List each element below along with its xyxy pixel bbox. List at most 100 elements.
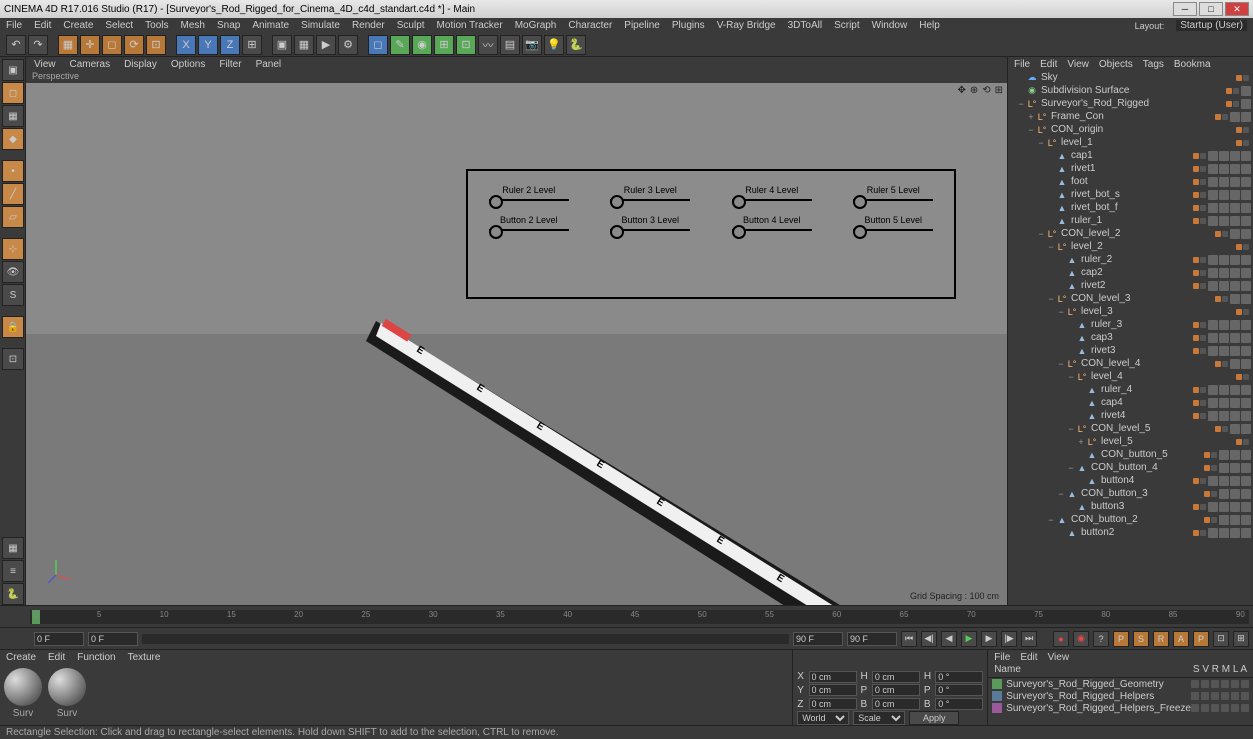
object-row[interactable]: ▲cap2 (1008, 266, 1253, 279)
tree-toggle-icon[interactable]: − (1056, 489, 1066, 499)
render-region-button[interactable]: ▦ (294, 35, 314, 55)
object-row[interactable]: ▲foot (1008, 175, 1253, 188)
tree-toggle-icon[interactable]: − (1066, 463, 1076, 473)
param-key-button[interactable]: A (1173, 631, 1189, 647)
object-tags[interactable] (1208, 476, 1251, 486)
layer-row[interactable]: Surveyor's_Rod_Rigged_Helpers_Freeze (988, 702, 1253, 714)
close-button[interactable]: ✕ (1225, 2, 1249, 16)
object-row[interactable]: −L°level_3 (1008, 305, 1253, 318)
visibility-dots[interactable] (1236, 439, 1249, 445)
pla-key-button[interactable]: P (1193, 631, 1209, 647)
om-menu-objects[interactable]: Objects (1099, 59, 1133, 70)
maximize-button[interactable]: □ (1199, 2, 1223, 16)
object-row[interactable]: ▲button2 (1008, 526, 1253, 539)
menu-create[interactable]: Create (63, 20, 93, 31)
rotate-button[interactable]: ⟳ (124, 35, 144, 55)
autokey-button[interactable]: ◉ (1073, 631, 1089, 647)
floor-button[interactable]: ▤ (500, 35, 520, 55)
object-tags[interactable] (1208, 320, 1251, 330)
hud-ruler2-slider[interactable] (489, 199, 569, 201)
x-rot-input[interactable] (935, 671, 983, 683)
menu-character[interactable]: Character (568, 20, 612, 31)
object-row[interactable]: ▲ruler_4 (1008, 383, 1253, 396)
hud-button2-slider[interactable] (489, 229, 569, 231)
y-axis-button[interactable]: Y (198, 35, 218, 55)
object-tags[interactable] (1241, 86, 1251, 96)
object-tags[interactable] (1208, 528, 1251, 538)
menu-mesh[interactable]: Mesh (181, 20, 205, 31)
goto-next-key-button[interactable]: |▶ (1001, 631, 1017, 647)
timeline-current-input[interactable] (88, 632, 138, 646)
object-tags[interactable] (1208, 398, 1251, 408)
object-tags[interactable] (1241, 99, 1251, 109)
polys-mode-button[interactable]: ▱ (2, 206, 24, 228)
menu-animate[interactable]: Animate (252, 20, 289, 31)
object-row[interactable]: −L°level_4 (1008, 370, 1253, 383)
x-axis-button[interactable]: X (176, 35, 196, 55)
object-tags[interactable] (1208, 333, 1251, 343)
render-view-button[interactable]: ▣ (272, 35, 292, 55)
tree-toggle-icon[interactable]: − (1036, 138, 1046, 148)
next-frame-button[interactable]: ▶ (981, 631, 997, 647)
y-size-input[interactable] (872, 684, 920, 696)
visibility-dots[interactable] (1193, 335, 1206, 341)
object-row[interactable]: ▲CON_button_5 (1008, 448, 1253, 461)
object-row[interactable]: ▲cap3 (1008, 331, 1253, 344)
pos-key-button[interactable]: P (1113, 631, 1129, 647)
layout-dropdown[interactable]: Startup (User) (1176, 20, 1247, 31)
vp-menu-options[interactable]: Options (171, 59, 205, 70)
vp-menu-display[interactable]: Display (124, 59, 157, 70)
material-list[interactable]: Surv Surv (0, 664, 792, 725)
z-size-input[interactable] (872, 698, 920, 710)
menu-edit[interactable]: Edit (34, 20, 51, 31)
material-item[interactable]: Surv (48, 668, 86, 721)
object-tags[interactable] (1208, 502, 1251, 512)
visibility-dots[interactable] (1193, 218, 1206, 224)
workplane-button[interactable]: ◆ (2, 128, 24, 150)
hud-ruler5-slider[interactable] (853, 199, 933, 201)
record-button[interactable]: ● (1053, 631, 1069, 647)
object-tags[interactable] (1208, 177, 1251, 187)
om-menu-bookmarks[interactable]: Bookma (1174, 59, 1211, 70)
visibility-dots[interactable] (1215, 114, 1228, 120)
viewport-solo-button[interactable]: 👁 (2, 261, 24, 283)
timeline-end2-input[interactable] (847, 632, 897, 646)
layer-list[interactable]: Surveyor's_Rod_Rigged_GeometrySurveyor's… (988, 678, 1253, 714)
keyframe-sel-button[interactable]: ? (1093, 631, 1109, 647)
x-pos-input[interactable] (809, 671, 857, 683)
timeline-start-input[interactable] (34, 632, 84, 646)
undo-button[interactable]: ↶ (6, 35, 26, 55)
visibility-dots[interactable] (1215, 296, 1228, 302)
visibility-dots[interactable] (1236, 75, 1249, 81)
prev-frame-button[interactable]: ◀ (941, 631, 957, 647)
pen-button[interactable]: ✎ (390, 35, 410, 55)
menu-vray[interactable]: V-Ray Bridge (717, 20, 776, 31)
render-settings-button[interactable]: ⚙ (338, 35, 358, 55)
make-editable-button[interactable]: ▣ (2, 59, 24, 81)
object-row[interactable]: ▲ruler_2 (1008, 253, 1253, 266)
object-tags[interactable] (1230, 359, 1251, 369)
object-tags[interactable] (1208, 268, 1251, 278)
coord-scale-dropdown[interactable]: Scale (853, 711, 905, 725)
object-tags[interactable] (1230, 424, 1251, 434)
object-row[interactable]: −L°CON_level_2 (1008, 227, 1253, 240)
visibility-dots[interactable] (1193, 283, 1206, 289)
visibility-dots[interactable] (1204, 452, 1217, 458)
timeline-end1-input[interactable] (793, 632, 843, 646)
object-row[interactable]: −L°level_2 (1008, 240, 1253, 253)
visibility-dots[interactable] (1215, 426, 1228, 432)
menu-pipeline[interactable]: Pipeline (624, 20, 660, 31)
timeline-scrubber[interactable] (142, 634, 789, 644)
scale-button[interactable]: ◻ (102, 35, 122, 55)
menu-window[interactable]: Window (872, 20, 908, 31)
z-pos-input[interactable] (809, 698, 857, 710)
array-button[interactable]: ⊞ (434, 35, 454, 55)
menu-sculpt[interactable]: Sculpt (397, 20, 425, 31)
object-row[interactable]: ▲rivet_bot_s (1008, 188, 1253, 201)
coord-system-button[interactable]: ⊞ (242, 35, 262, 55)
tree-toggle-icon[interactable]: − (1046, 242, 1056, 252)
object-row[interactable]: ▲rivet2 (1008, 279, 1253, 292)
object-tags[interactable] (1230, 112, 1251, 122)
visibility-dots[interactable] (1193, 400, 1206, 406)
object-row[interactable]: ▲rivet3 (1008, 344, 1253, 357)
